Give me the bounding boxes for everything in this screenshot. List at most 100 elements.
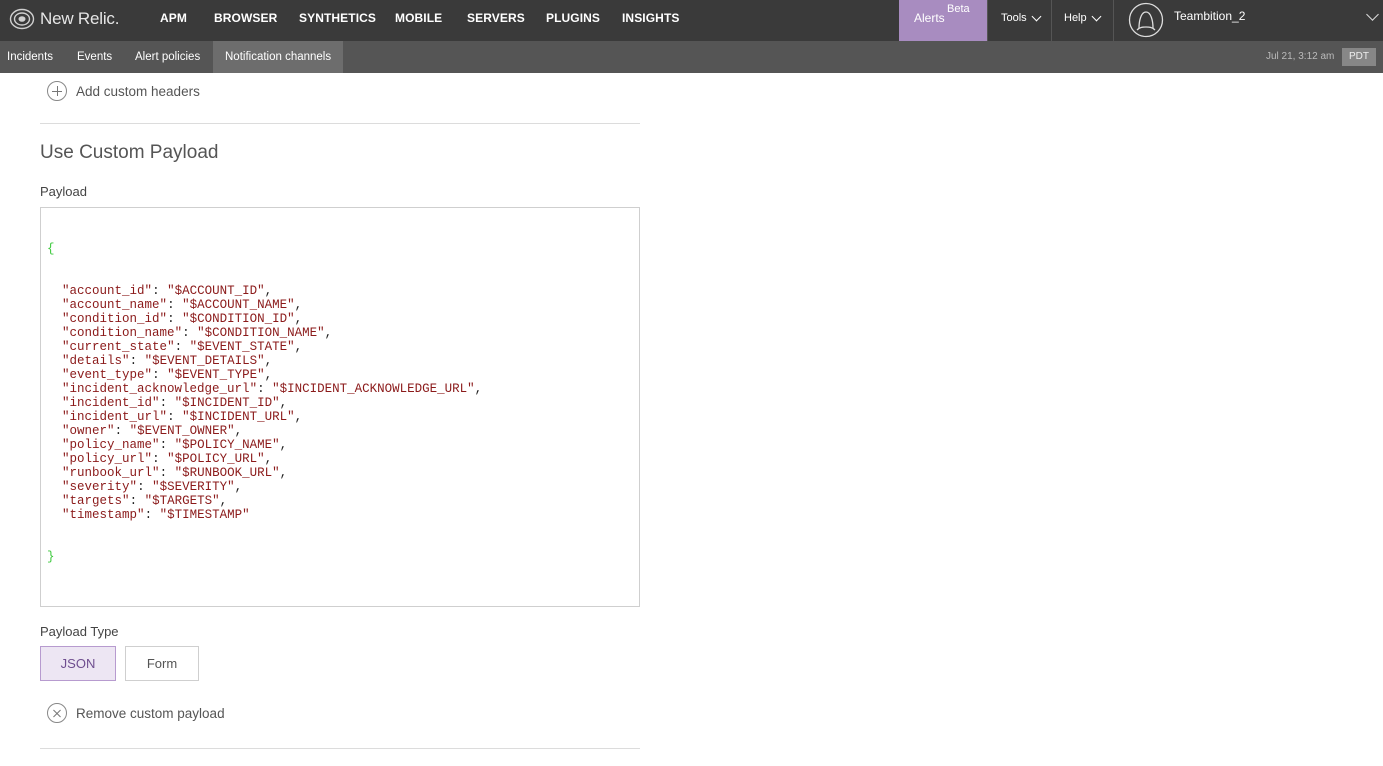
nav-mobile[interactable]: MOBILE [395, 11, 442, 25]
payload-value: $EVENT_TYPE [174, 368, 258, 382]
payload-key: condition_id [69, 312, 160, 326]
payload-line: "severity": "$SEVERITY", [62, 480, 243, 494]
payload-value: $INCIDENT_URL [189, 410, 288, 424]
payload-line: "account_id": "$ACCOUNT_ID", [62, 284, 273, 298]
beta-badge: Beta [947, 3, 970, 15]
payload-key: timestamp [69, 508, 138, 522]
payload-value: $INCIDENT_ID [182, 396, 273, 410]
nav-plugins[interactable]: PLUGINS [546, 11, 600, 25]
payload-line: "incident_acknowledge_url": "$INCIDENT_A… [62, 382, 483, 396]
new-relic-logo-icon [9, 8, 35, 30]
payload-value: $EVENT_OWNER [137, 424, 228, 438]
payload-line: "incident_url": "$INCIDENT_URL", [62, 410, 303, 424]
top-nav-bar: New Relic. APM BROWSER SYNTHETICS MOBILE… [0, 0, 1383, 41]
payload-type-form-button[interactable]: Form [125, 646, 199, 681]
payload-value: $RUNBOOK_URL [182, 466, 273, 480]
new-relic-logo[interactable]: New Relic. [9, 7, 119, 31]
tools-label: Tools [1001, 12, 1027, 24]
payload-key: owner [69, 424, 108, 438]
payload-line: "event_type": "$EVENT_TYPE", [62, 368, 273, 382]
payload-key: incident_url [69, 410, 160, 424]
current-datetime: Jul 21, 3:12 am [1266, 51, 1335, 62]
payload-line: "account_name": "$ACCOUNT_NAME", [62, 298, 303, 312]
payload-key: account_id [69, 284, 145, 298]
close-brace: } [47, 550, 55, 564]
payload-line: "policy_name": "$POLICY_NAME", [62, 438, 288, 452]
account-name[interactable]: Teambition_2 [1174, 9, 1245, 23]
payload-value: $POLICY_NAME [182, 438, 273, 452]
payload-line: "condition_name": "$CONDITION_NAME", [62, 326, 333, 340]
payload-line: "timestamp": "$TIMESTAMP" [62, 508, 250, 522]
payload-value: $ACCOUNT_NAME [189, 298, 288, 312]
close-circle-icon [47, 703, 67, 723]
payload-value: $TIMESTAMP [167, 508, 243, 522]
divider [1051, 0, 1052, 41]
timezone-badge[interactable]: PDT [1342, 48, 1376, 66]
payload-key: runbook_url [69, 466, 153, 480]
help-label: Help [1064, 12, 1087, 24]
alerts-sub-nav: Incidents Events Alert policies Notifica… [0, 41, 1383, 73]
payload-key: policy_name [69, 438, 153, 452]
payload-value: $TARGETS [152, 494, 213, 508]
payload-value: $CONDITION_NAME [204, 326, 318, 340]
divider [987, 0, 988, 41]
payload-line: "condition_id": "$CONDITION_ID", [62, 312, 303, 326]
add-circle-icon [47, 81, 67, 101]
divider [40, 748, 640, 749]
user-avatar-icon[interactable] [1128, 2, 1164, 38]
payload-value: $EVENT_DETAILS [152, 354, 258, 368]
payload-key: current_state [69, 340, 168, 354]
payload-type-label: Payload Type [40, 624, 119, 639]
divider [40, 123, 640, 124]
payload-code: { "account_id": "$ACCOUNT_ID", "account_… [47, 214, 633, 592]
payload-key: incident_id [69, 396, 153, 410]
payload-line: "incident_id": "$INCIDENT_ID", [62, 396, 288, 410]
tools-menu[interactable]: Tools [1001, 11, 1042, 24]
remove-payload-label: Remove custom payload [76, 705, 225, 721]
nav-synthetics[interactable]: SYNTHETICS [299, 11, 376, 25]
nav-servers[interactable]: SERVERS [467, 11, 525, 25]
payload-value: $EVENT_STATE [197, 340, 288, 354]
payload-key: policy_url [69, 452, 145, 466]
payload-type-json-button[interactable]: JSON [40, 646, 116, 681]
payload-key: targets [69, 494, 123, 508]
nav-browser[interactable]: BROWSER [214, 11, 277, 25]
payload-line: "details": "$EVENT_DETAILS", [62, 354, 273, 368]
section-title: Use Custom Payload [40, 142, 219, 163]
payload-editor[interactable]: { "account_id": "$ACCOUNT_ID", "account_… [40, 207, 640, 607]
tab-incidents[interactable]: Incidents [7, 41, 53, 73]
chevron-down-icon [1031, 11, 1042, 21]
divider [1113, 0, 1114, 41]
payload-label: Payload [40, 184, 87, 199]
payload-key: event_type [69, 368, 145, 382]
payload-value: $SEVERITY [159, 480, 228, 494]
payload-key: severity [69, 480, 130, 494]
alerts-label: Alerts [914, 11, 945, 25]
payload-line: "owner": "$EVENT_OWNER", [62, 424, 243, 438]
payload-line: "targets": "$TARGETS", [62, 494, 228, 508]
nav-alerts[interactable]: Alerts Beta [899, 0, 987, 41]
open-brace: { [47, 242, 55, 256]
payload-line: "runbook_url": "$RUNBOOK_URL", [62, 466, 288, 480]
payload-value: $CONDITION_ID [189, 312, 288, 326]
tab-alert-policies[interactable]: Alert policies [135, 41, 200, 73]
payload-value: $INCIDENT_ACKNOWLEDGE_URL [279, 382, 468, 396]
nav-insights[interactable]: INSIGHTS [622, 11, 679, 25]
remove-custom-payload-link[interactable]: Remove custom payload [47, 703, 225, 723]
payload-line: "current_state": "$EVENT_STATE", [62, 340, 303, 354]
payload-line: "policy_url": "$POLICY_URL", [62, 452, 273, 466]
payload-value: $POLICY_URL [174, 452, 258, 466]
chevron-down-icon[interactable] [1366, 8, 1379, 21]
payload-value: $ACCOUNT_ID [174, 284, 258, 298]
brand-name: New Relic. [40, 9, 120, 28]
nav-apm[interactable]: APM [160, 11, 187, 25]
tab-events[interactable]: Events [77, 41, 112, 73]
chevron-down-icon [1091, 11, 1102, 21]
payload-key: details [69, 354, 123, 368]
payload-key: condition_name [69, 326, 175, 340]
tab-notification-channels[interactable]: Notification channels [213, 41, 344, 73]
add-custom-headers-link[interactable]: Add custom headers [47, 81, 200, 101]
add-headers-label: Add custom headers [76, 83, 200, 99]
help-menu[interactable]: Help [1064, 11, 1102, 24]
payload-key: account_name [69, 298, 160, 312]
